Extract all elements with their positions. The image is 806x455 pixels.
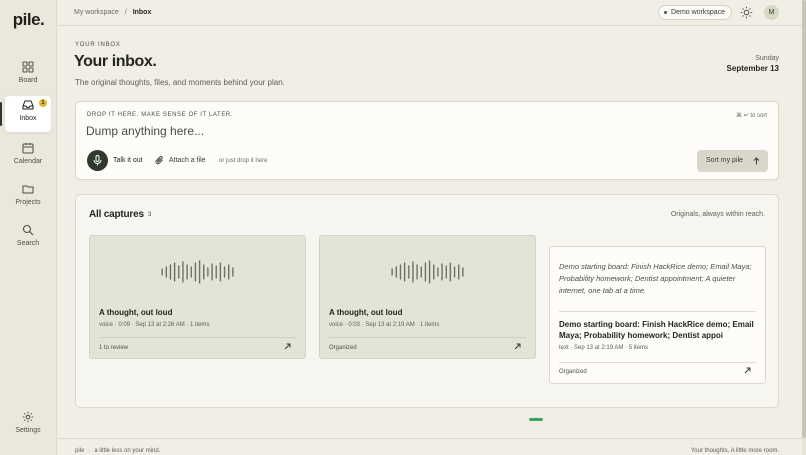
scroll-indicator: [529, 418, 543, 421]
sidebar-item-label: Inbox: [19, 115, 37, 122]
footer-right: Your thoughts. A little more room.: [690, 448, 779, 454]
sort-shortcut-hint: ⌘ ↵ to sort: [735, 113, 767, 119]
capture-status: Organized: [559, 369, 587, 375]
sidebar-item-settings[interactable]: Settings: [5, 408, 51, 444]
capture-title: Demo starting board: Finish HackRice dem…: [559, 320, 754, 340]
waveform-icon: [391, 260, 464, 284]
sidebar-item-label: Projects: [15, 199, 41, 206]
waveform-icon: [161, 260, 234, 284]
talk-label[interactable]: Talk it out: [113, 157, 143, 164]
capture-status: 1 to review: [99, 345, 129, 351]
footer-tagline: a little less on your mind.: [94, 448, 161, 454]
attach-file-button[interactable]: Attach a file: [155, 155, 206, 168]
page-eyebrow: YOUR INBOX: [75, 42, 121, 48]
gear-icon: [22, 411, 34, 423]
capture-meta: text · Sep 13 at 2:19 AM · 5 items: [559, 345, 649, 351]
arrow-up-icon: [753, 157, 760, 165]
capture-divider: [329, 337, 526, 338]
attach-file-label: Attach a file: [169, 157, 206, 164]
current-date: September 13: [726, 64, 779, 73]
capture-quote: Demo starting board: Finish HackRice dem…: [559, 262, 752, 295]
captures-note: Originals, always within reach.: [670, 211, 765, 218]
sidebar-item-label: Calendar: [13, 158, 43, 165]
captures-count: 3: [148, 212, 152, 218]
app-logo[interactable]: pile.: [0, 10, 57, 30]
grid-icon: [22, 61, 34, 73]
top-bar: My workspace / Inbox Demo workspace M: [58, 0, 802, 26]
sidebar-item-inbox[interactable]: Inbox 1: [5, 96, 51, 132]
scrollbar-thumb[interactable]: [802, 0, 806, 438]
open-arrow-icon[interactable]: [514, 343, 521, 350]
capture-meta: voice · 0:09 · Sep 13 at 2:26 AM · 1 ite…: [99, 322, 210, 328]
avatar[interactable]: M: [764, 5, 779, 20]
breadcrumb-separator: /: [124, 9, 127, 16]
breadcrumb: My workspace / Inbox: [74, 9, 151, 16]
capture-divider: [559, 362, 756, 363]
inbox-icon: [22, 100, 34, 110]
drop-note: or just drop it here: [219, 158, 268, 164]
capture-divider: [559, 311, 756, 312]
dump-input[interactable]: [86, 124, 686, 142]
page-subtitle: The original thoughts, files, and moment…: [75, 78, 285, 87]
capture-title: A thought, out loud: [329, 308, 403, 317]
sidebar-item-label: Search: [16, 240, 40, 247]
paperclip-icon: [155, 155, 163, 165]
capture-meta: voice · 0:03 · Sep 13 at 2:19 AM · 1 ite…: [329, 322, 440, 328]
footer-left: pile · a little less on your mind.: [75, 448, 161, 454]
sidebar: pile. Board Inbox 1 Calendar Projects Se…: [0, 0, 57, 455]
breadcrumb-current: Inbox: [132, 9, 152, 16]
capture-box-eyebrow: DROP IT HERE. MAKE SENSE OF IT LATER.: [87, 112, 234, 118]
folder-icon: [22, 185, 34, 194]
page-scrollbar[interactable]: [802, 0, 806, 455]
talk-button[interactable]: [87, 150, 108, 171]
captures-heading: All captures: [89, 209, 144, 220]
sidebar-item-projects[interactable]: Projects: [5, 180, 51, 216]
capture-divider: [99, 337, 296, 338]
capture-card[interactable]: A thought, out loud voice · 0:09 · Sep 1…: [89, 235, 306, 359]
sort-pile-button[interactable]: Sort my pile: [697, 150, 768, 172]
microphone-icon: [93, 155, 102, 166]
breadcrumb-workspace[interactable]: My workspace: [74, 9, 119, 16]
active-nav-indicator: [0, 102, 2, 126]
sun-icon[interactable]: [740, 6, 753, 19]
capture-box: DROP IT HERE. MAKE SENSE OF IT LATER. ⌘ …: [75, 101, 779, 180]
page-title: Your inbox.: [74, 53, 157, 70]
captures-panel: All captures 3 Originals, always within …: [75, 194, 779, 408]
sidebar-item-board[interactable]: Board: [5, 58, 51, 94]
capture-card[interactable]: Demo starting board: Finish HackRice dem…: [549, 246, 766, 384]
footer: pile · a little less on your mind. Your th…: [58, 438, 802, 455]
sidebar-item-search[interactable]: Search: [5, 221, 51, 257]
inbox-count-badge: 1: [39, 99, 47, 107]
sidebar-item-label: Board: [18, 77, 38, 84]
open-arrow-icon[interactable]: [744, 367, 751, 374]
sidebar-item-calendar[interactable]: Calendar: [5, 139, 51, 175]
capture-card[interactable]: A thought, out loud voice · 0:03 · Sep 1…: [319, 235, 536, 359]
search-icon: [22, 224, 34, 236]
capture-status: Organized: [329, 345, 357, 351]
current-day: Sunday: [755, 55, 779, 62]
open-arrow-icon[interactable]: [284, 343, 291, 350]
workspace-switcher[interactable]: Demo workspace: [658, 5, 733, 20]
calendar-icon: [22, 143, 34, 154]
capture-title: A thought, out loud: [99, 308, 173, 317]
footer-brand: pile: [75, 448, 85, 454]
sidebar-item-label: Settings: [15, 427, 41, 434]
sort-pile-label: Sort my pile: [706, 157, 743, 164]
